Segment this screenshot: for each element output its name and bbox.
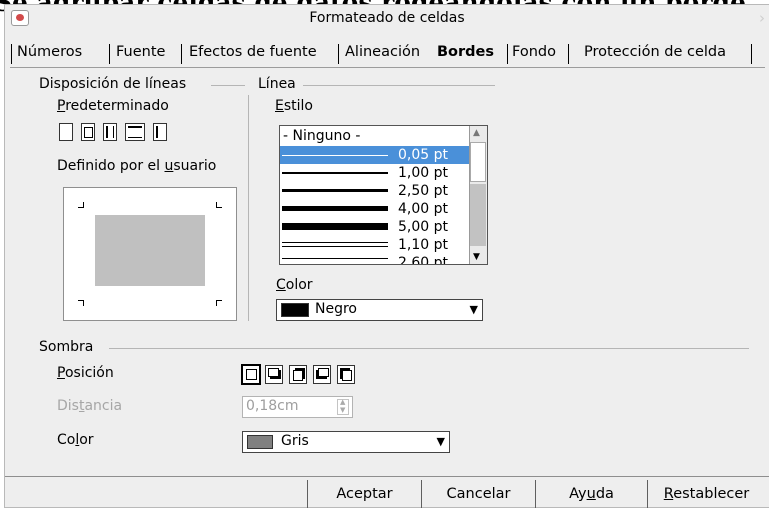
format-cells-dialog: Formateado de celdas › Números Fuente Ef… xyxy=(4,4,769,508)
tab-fuente[interactable]: Fuente xyxy=(116,39,165,67)
spin-down-icon: ▼ xyxy=(340,406,346,414)
ok-button[interactable]: Aceptar xyxy=(307,480,421,508)
shadow-color-label: Color xyxy=(57,432,94,448)
tab-separator xyxy=(568,44,569,64)
distance-spin-buttons[interactable]: ▲ ▼ xyxy=(337,398,349,415)
shadow-bottom-left-button[interactable] xyxy=(313,365,331,384)
tab-separator xyxy=(507,44,508,64)
heading-rule xyxy=(109,348,749,349)
heading-rule xyxy=(211,85,245,86)
cancel-button[interactable]: Cancelar xyxy=(421,480,535,508)
group-divider xyxy=(248,95,249,321)
tab-efectos-fuente[interactable]: Efectos de fuente xyxy=(189,39,317,67)
preset-left-button[interactable] xyxy=(153,123,167,141)
preview-cell-area xyxy=(95,215,205,286)
list-item[interactable]: 1,10 pt xyxy=(280,236,470,254)
line-heading: Línea xyxy=(258,76,296,92)
tab-alineacion[interactable]: Alineación xyxy=(345,39,420,67)
tab-separator xyxy=(751,44,752,64)
preset-none-button[interactable] xyxy=(59,123,73,141)
list-item[interactable]: 5,00 pt xyxy=(280,218,470,236)
tab-separator xyxy=(338,44,339,64)
default-presets xyxy=(59,123,185,143)
heading-rule xyxy=(303,85,495,86)
preset-top-bottom-button[interactable] xyxy=(125,123,145,141)
shadow-top-right-button[interactable] xyxy=(289,365,307,384)
style-label: Estilo xyxy=(275,98,313,114)
reset-button[interactable]: Restablecer xyxy=(647,480,765,508)
tab-fondo[interactable]: Fondo xyxy=(512,39,556,67)
tab-separator xyxy=(181,44,182,64)
shadow-none-button[interactable] xyxy=(241,364,261,385)
tab-numeros[interactable]: Números xyxy=(17,39,82,67)
list-item[interactable]: - Ninguno - xyxy=(280,127,470,145)
preset-left-right-button[interactable] xyxy=(103,123,117,141)
window-title: Formateado de celdas xyxy=(309,10,465,26)
shadow-position-label: Posición xyxy=(57,365,114,381)
tab-bordes[interactable]: Bordes xyxy=(437,39,494,67)
border-preview[interactable] xyxy=(63,187,237,321)
help-button[interactable]: Ayuda xyxy=(535,480,647,508)
color-swatch xyxy=(281,303,309,317)
shadow-distance-label: Distancia xyxy=(57,398,123,414)
scroll-down-icon[interactable]: ▼ xyxy=(473,252,480,262)
tab-bar: Números Fuente Efectos de fuente Alineac… xyxy=(11,39,769,67)
dropdown-arrow-icon[interactable]: ▼ xyxy=(470,303,478,316)
line-arrangement-heading: Disposición de líneas xyxy=(39,76,187,92)
spin-up-icon: ▲ xyxy=(340,398,346,406)
list-scrollbar[interactable]: ▲ ▼ xyxy=(469,126,487,264)
preset-box-button[interactable] xyxy=(81,123,95,141)
tab-separator xyxy=(109,44,110,64)
title-bar[interactable]: Formateado de celdas › xyxy=(5,5,769,33)
button-bar-divider xyxy=(5,476,769,477)
shadow-color-select[interactable]: Gris ▼ xyxy=(242,431,450,453)
tab-proteccion-celda[interactable]: Protección de celda xyxy=(584,39,726,67)
scroll-thumb[interactable] xyxy=(470,142,486,182)
list-item[interactable]: 2,50 pt xyxy=(280,182,470,200)
scroll-up-icon[interactable]: ▲ xyxy=(473,128,480,138)
dropdown-arrow-icon[interactable]: ▼ xyxy=(437,435,445,448)
line-style-list[interactable]: - Ninguno - 0,05 pt 1,00 pt 2,50 pt 4,00… xyxy=(279,125,488,265)
user-defined-label: Definido por el usuario xyxy=(57,158,217,174)
default-label: Predeterminado xyxy=(57,98,169,114)
color-swatch xyxy=(247,435,273,449)
shadow-top-left-button[interactable] xyxy=(337,365,355,384)
close-icon[interactable]: › xyxy=(759,9,765,27)
shadow-position-options xyxy=(241,364,365,386)
list-item[interactable]: 2,60 pt xyxy=(280,254,470,264)
tab-separator xyxy=(11,44,12,64)
list-item-selected[interactable]: 0,05 pt xyxy=(280,146,470,164)
line-color-label: Color xyxy=(276,277,313,293)
shadow-bottom-right-button[interactable] xyxy=(265,365,283,384)
list-item[interactable]: 4,00 pt xyxy=(280,200,470,218)
line-color-select[interactable]: Negro ▼ xyxy=(276,299,483,321)
shadow-distance-field[interactable]: 0,18cm ▲ ▼ xyxy=(242,396,353,418)
list-item[interactable]: 1,00 pt xyxy=(280,164,470,182)
shadow-heading: Sombra xyxy=(39,339,94,355)
